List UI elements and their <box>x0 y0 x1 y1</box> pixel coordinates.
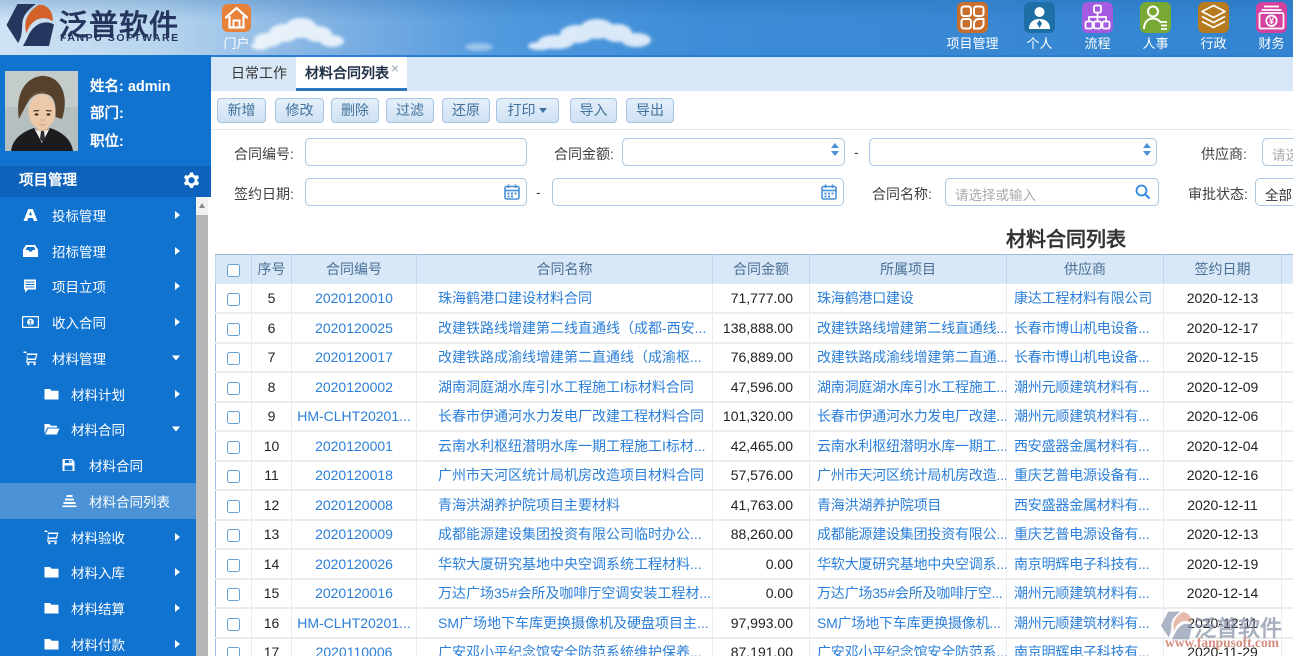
svg-text:¥: ¥ <box>1269 16 1274 26</box>
svg-text:1: 1 <box>29 320 33 327</box>
